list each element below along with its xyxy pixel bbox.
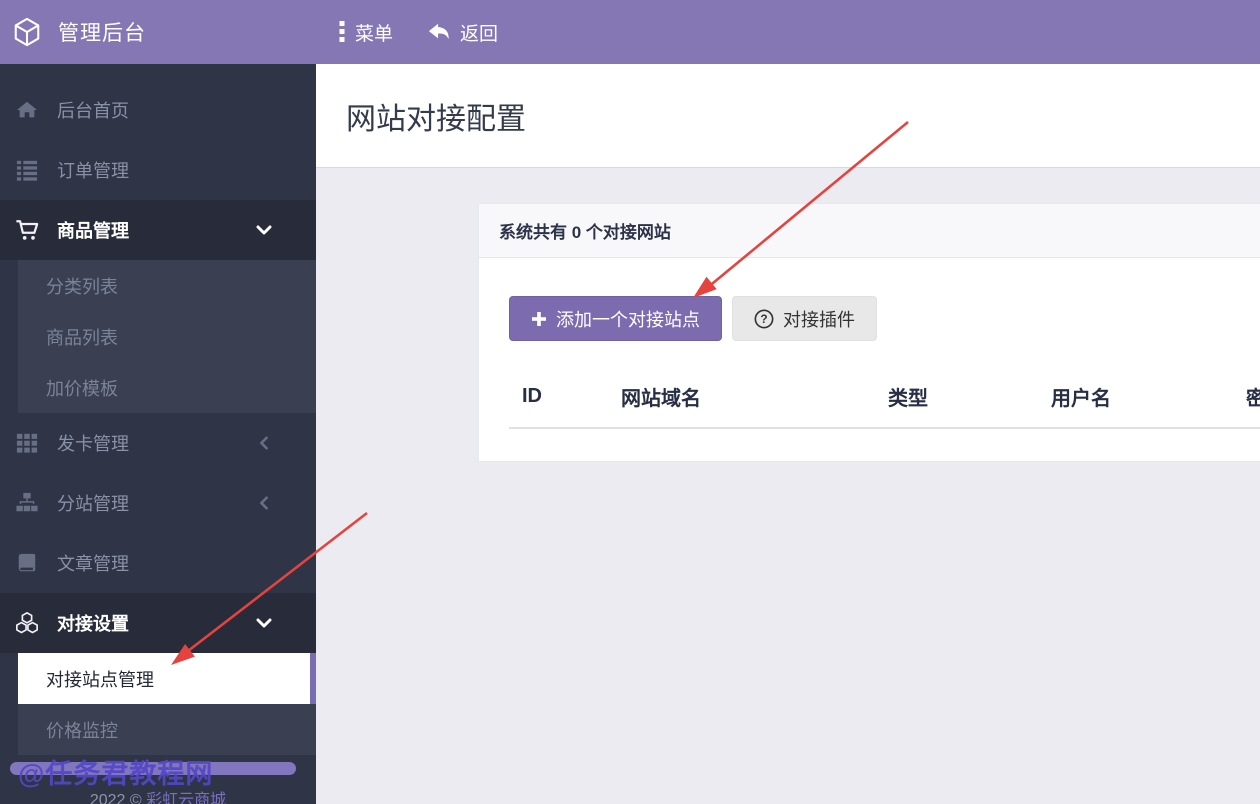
- home-icon: [14, 99, 40, 121]
- sidebar-item-docking-settings[interactable]: 对接设置: [0, 593, 316, 653]
- ellipsis-v-icon: [338, 21, 346, 43]
- main-area: 网站对接配置 系统共有 0 个对接网站 添加一个对接站点: [316, 64, 1260, 804]
- cubes-icon: [14, 611, 40, 635]
- panel-body: 添加一个对接站点 ? 对接插件 ID 网站域名: [479, 258, 1260, 461]
- sitemap-icon: [14, 492, 40, 514]
- col-header-password: 密码: [1246, 382, 1260, 411]
- sidebar: 后台首页 订单管理 商品管理: [0, 64, 316, 804]
- list-icon: [14, 159, 40, 181]
- menu-label: 菜单: [355, 19, 393, 46]
- cart-icon: [14, 218, 40, 242]
- topnav: 菜单 返回: [316, 19, 498, 46]
- copyright: 2022 © 彩虹云商城: [0, 786, 316, 804]
- chevron-down-icon: [251, 222, 277, 238]
- content-area: 系统共有 0 个对接网站 添加一个对接站点: [316, 168, 1260, 803]
- chevron-down-icon: [251, 615, 277, 631]
- panel-title: 系统共有 0 个对接网站: [499, 218, 671, 243]
- plus-icon: [531, 311, 547, 327]
- page-header: 网站对接配置: [316, 64, 1260, 168]
- grid-icon: [14, 432, 40, 454]
- reply-arrow-icon: [427, 21, 451, 43]
- chevron-left-icon: [251, 495, 277, 511]
- sidebar-item-substations[interactable]: 分站管理: [0, 473, 316, 533]
- sidebar-subitem-category-list[interactable]: 分类列表: [18, 260, 316, 311]
- plugin-button-label: 对接插件: [783, 306, 855, 332]
- sidebar-item-label: 发卡管理: [57, 430, 251, 456]
- col-header-id: ID: [509, 385, 621, 408]
- table-header-row: ID 网站域名 类型 用户名 密码: [509, 365, 1260, 429]
- empty-table-body: [509, 429, 1260, 460]
- sidebar-subitem-product-list[interactable]: 商品列表: [18, 311, 316, 362]
- panel-header: 系统共有 0 个对接网站: [479, 204, 1260, 258]
- sidebar-subitem-markup-template[interactable]: 加价模板: [18, 362, 316, 413]
- docking-submenu: 对接站点管理 价格监控: [18, 653, 316, 755]
- question-circle-icon: ?: [754, 309, 774, 329]
- sidebar-item-label: 商品管理: [57, 217, 251, 243]
- menu-toggle[interactable]: 菜单: [338, 19, 393, 46]
- copyright-brand-link[interactable]: 彩虹云商城: [146, 792, 226, 804]
- sidebar-nav: 后台首页 订单管理 商品管理: [0, 64, 316, 755]
- add-docking-site-button[interactable]: 添加一个对接站点: [509, 296, 722, 341]
- sidebar-item-label: 对接设置: [57, 610, 251, 636]
- sidebar-item-card-issue[interactable]: 发卡管理: [0, 413, 316, 473]
- col-header-domain: 网站域名: [621, 382, 888, 411]
- chevron-left-icon: [251, 435, 277, 451]
- sidebar-item-articles[interactable]: 文章管理: [0, 533, 316, 593]
- add-button-label: 添加一个对接站点: [556, 306, 700, 332]
- back-button[interactable]: 返回: [427, 19, 498, 46]
- sidebar-item-orders[interactable]: 订单管理: [0, 140, 316, 200]
- sidebar-item-label: 订单管理: [57, 157, 294, 183]
- sidebar-subitem-docking-site-mgmt[interactable]: 对接站点管理: [18, 653, 316, 704]
- col-header-type: 类型: [888, 382, 1051, 411]
- docking-plugin-button[interactable]: ? 对接插件: [732, 296, 877, 341]
- sidebar-subitem-price-monitor[interactable]: 价格监控: [18, 704, 316, 755]
- cube-logo-icon: [12, 17, 42, 47]
- button-row: 添加一个对接站点 ? 对接插件: [509, 296, 1260, 341]
- col-header-username: 用户名: [1051, 382, 1246, 411]
- book-icon: [14, 552, 40, 574]
- copyright-year: 2022 ©: [90, 792, 146, 804]
- app-title: 管理后台: [58, 17, 146, 47]
- back-label: 返回: [460, 19, 498, 46]
- sidebar-item-label: 后台首页: [57, 97, 294, 123]
- brand[interactable]: 管理后台: [0, 17, 316, 47]
- svg-text:?: ?: [760, 312, 767, 326]
- topbar: 管理后台 菜单 返回: [0, 0, 1260, 64]
- sidebar-item-label: 分站管理: [57, 490, 251, 516]
- sidebar-item-dashboard[interactable]: 后台首页: [0, 80, 316, 140]
- page-title: 网站对接配置: [346, 94, 526, 138]
- docking-sites-panel: 系统共有 0 个对接网站 添加一个对接站点: [478, 203, 1260, 462]
- sidebar-item-products[interactable]: 商品管理: [0, 200, 316, 260]
- sidebar-item-label: 文章管理: [57, 550, 294, 576]
- products-submenu: 分类列表 商品列表 加价模板: [18, 260, 316, 413]
